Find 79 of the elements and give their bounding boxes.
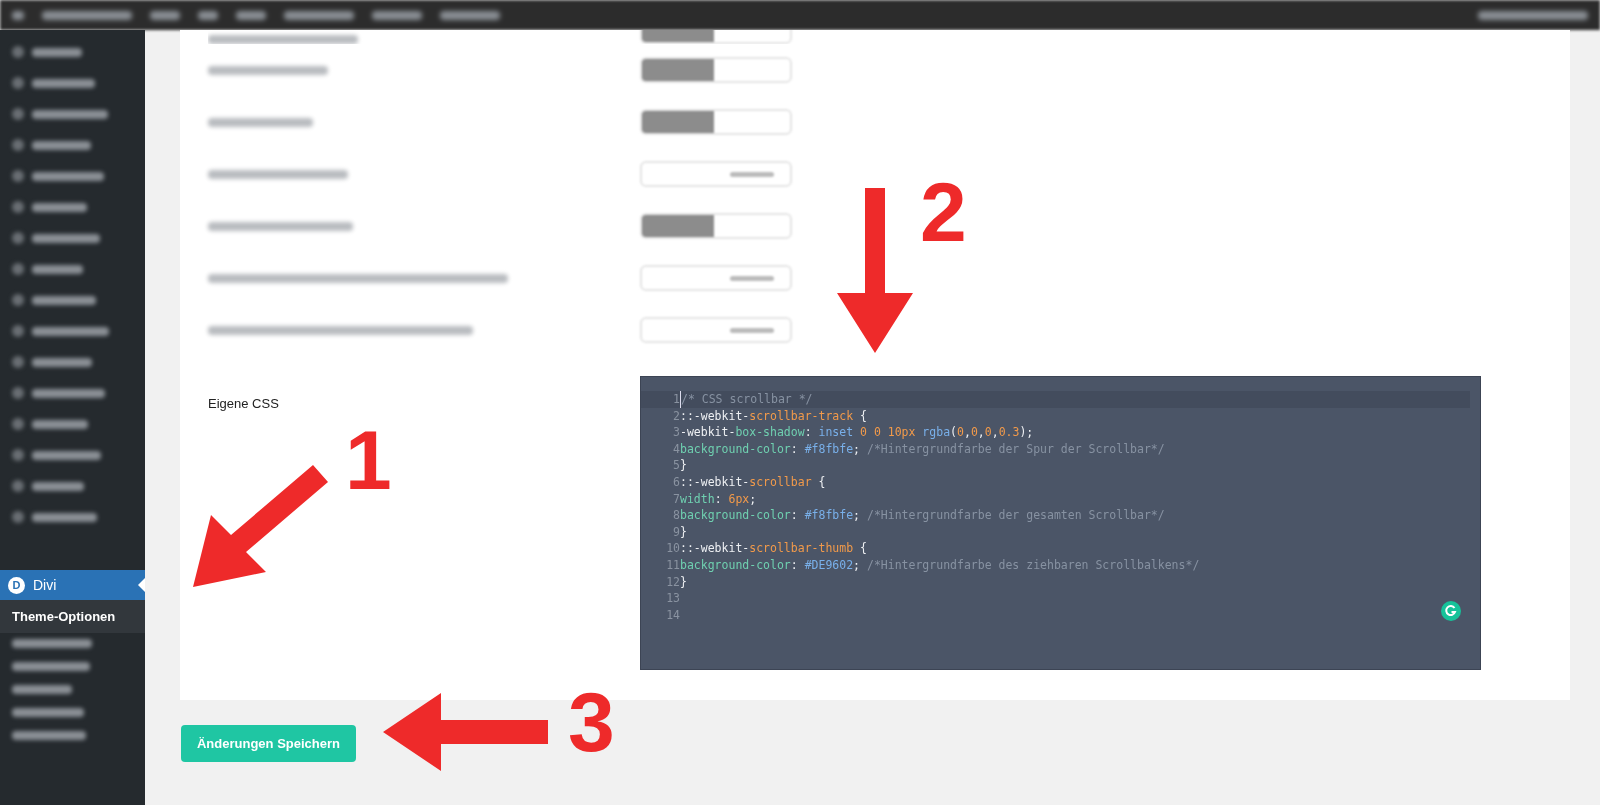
line-number: 9 [672,523,680,541]
field-label: Eigene CSS [208,396,279,411]
toggle-switch[interactable] [640,57,792,83]
toggle-switch[interactable] [640,213,792,239]
line-number: 6 [672,473,680,491]
code-line: background-color: #f8fbfe; /*Hintergrundfarbe der gesamten Scrollbar*/ [680,507,1165,524]
blurred-text [32,512,97,522]
line-number: 11 [665,556,680,574]
line-number: 2 [672,407,680,425]
blurred-icon [12,232,24,244]
blurred-text [12,708,84,717]
blurred-text [198,10,218,20]
css-code-editor[interactable] [640,376,1481,670]
step-number: 1 [345,418,392,502]
blurred-text [32,233,100,243]
blurred-text [32,202,87,212]
grammar-check-icon [1441,601,1461,621]
code-line: } [680,457,687,474]
step-number: 2 [920,170,967,254]
blurred-text [12,685,72,694]
blurred-icon [12,449,24,461]
blurred-text [236,10,266,20]
code-line: ::-webkit-scrollbar { [680,473,826,491]
toggle-switch[interactable] [640,161,792,187]
blurred-icon [12,511,24,523]
blurred-icon [12,170,24,182]
blurred-text [32,140,91,150]
blurred-text [32,481,84,491]
blurred-icon [12,480,24,492]
code-line: -webkit-box-shadow: inset 0 0 10px rgba(0,0,0,0.3); [680,424,1034,441]
blurred-text [32,357,92,367]
blurred-text [440,10,500,20]
line-number: 8 [672,507,680,524]
blurred-icon [12,108,24,120]
blurred-icon [12,77,24,89]
code-line: /* CSS scrollbar */ [680,391,813,408]
blurred-text [150,10,180,20]
blurred-text [32,295,96,305]
pointer-notch-icon [138,578,145,592]
blurred-text [32,78,95,88]
blurred-icon [12,418,24,430]
line-number: 12 [665,573,680,591]
line-number: 10 [665,540,680,557]
code-line: width: 6px; [680,490,757,508]
blurred-icon [12,325,24,337]
blurred-icon [12,294,24,306]
line-number: 14 [665,606,680,624]
toggle-switch[interactable] [640,317,792,343]
blurred-text [12,10,24,20]
blurred-text [32,264,83,274]
blurred-icon [12,263,24,275]
blurred-icon [12,46,24,58]
code-line: background-color: #DE9602; /*Hintergrundfarbe des ziehbaren Scrollbalkens*/ [680,556,1200,574]
code-line: background-color: #f8fbfe; /*Hintergrundfarbe der Spur der Scrollbar*/ [680,440,1165,458]
toggle-switch[interactable] [640,265,792,291]
line-number: 7 [672,490,680,508]
divi-logo-icon: D [8,576,25,594]
code-line: ::-webkit-scrollbar-track { [680,407,867,425]
blurred-icon [12,387,24,399]
sidebar-item[interactable]: D Divi [0,570,145,600]
line-number: 5 [672,457,680,474]
blurred-icon [12,201,24,213]
blurred-text [32,171,104,181]
step-number: 3 [568,680,615,764]
toggle-switch[interactable] [640,109,792,135]
line-number: 1 [672,391,680,408]
blurred-text [32,450,101,460]
code-line: } [680,573,687,591]
blurred-text [372,10,422,20]
blurred-icon [12,139,24,151]
line-number: 3 [672,424,680,441]
blurred-text [32,47,82,57]
blurred-text [32,419,88,429]
blurred-icon [12,356,24,368]
blurred-text [284,10,354,20]
line-number: 4 [672,440,680,458]
code-line: ::-webkit-scrollbar-thumb { [680,540,867,557]
line-number: 13 [665,590,680,607]
code-line: } [680,523,687,541]
